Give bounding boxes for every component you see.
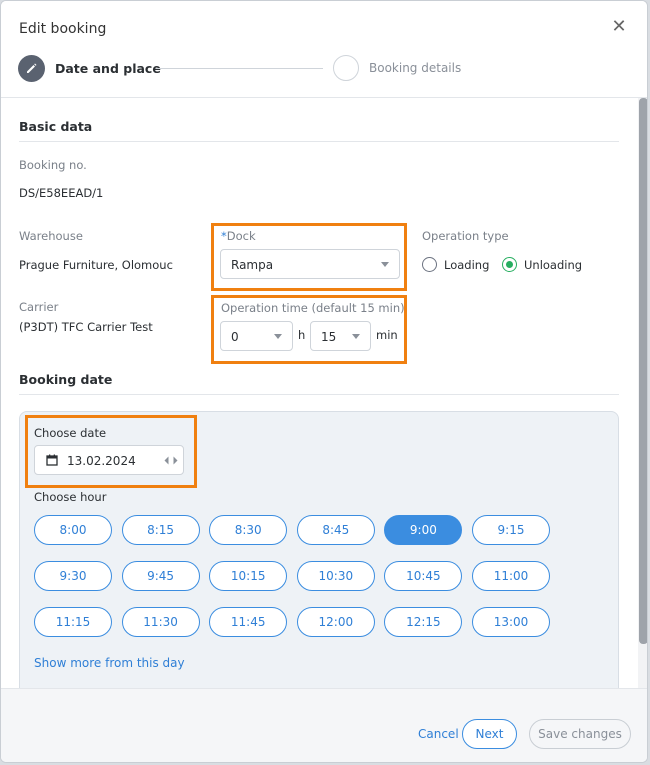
close-icon[interactable]: ✕ — [609, 17, 629, 37]
radio-loading-label[interactable]: Loading — [444, 258, 489, 272]
step-connector — [156, 68, 323, 69]
step-label-booking-details: Booking details — [369, 61, 462, 75]
hour-button[interactable]: 12:15 — [384, 607, 463, 637]
show-more-link[interactable]: Show more from this day — [34, 656, 185, 670]
dialog-header: Edit booking ✕ Date and place Booking de… — [1, 1, 647, 98]
hour-button[interactable]: 11:15 — [34, 607, 112, 637]
hour-button[interactable]: 8:15 — [121, 515, 200, 545]
hour-button[interactable]: 8:00 — [34, 515, 112, 545]
next-button[interactable]: Next — [462, 719, 517, 749]
dialog-footer: Cancel Next Save changes — [1, 688, 647, 762]
chevron-down-icon — [352, 334, 360, 339]
pencil-icon — [27, 63, 37, 73]
step-date-and-place[interactable] — [18, 55, 45, 82]
hour-button[interactable]: 11:30 — [121, 607, 200, 637]
hours-select-value: 0 — [231, 330, 239, 344]
dock-select[interactable]: Rampa — [220, 249, 400, 279]
hour-button[interactable]: 8:45 — [296, 515, 375, 545]
save-changes-button[interactable]: Save changes — [529, 719, 631, 749]
minutes-unit: min — [376, 328, 398, 342]
dock-label: *Dock — [221, 229, 256, 243]
cancel-button[interactable]: Cancel — [418, 727, 459, 741]
dock-select-value: Rampa — [231, 258, 274, 272]
minutes-select[interactable]: 15 — [310, 321, 371, 351]
section-title-basic-data: Basic data — [19, 119, 93, 134]
hour-button[interactable]: 10:30 — [296, 561, 375, 591]
hours-select[interactable]: 0 — [220, 321, 293, 351]
hour-button[interactable]: 10:45 — [384, 561, 463, 591]
choose-hour-label: Choose hour — [34, 490, 107, 504]
warehouse-value: Prague Furniture, Olomouc — [19, 258, 173, 272]
divider — [19, 141, 619, 142]
date-input[interactable]: 13.02.2024 — [34, 445, 184, 475]
hour-button[interactable]: 9:45 — [121, 561, 200, 591]
date-input-value: 13.02.2024 — [67, 454, 136, 468]
step-booking-details[interactable] — [333, 55, 359, 81]
section-title-booking-date: Booking date — [19, 372, 113, 387]
hour-button[interactable]: 9:15 — [472, 515, 550, 545]
minutes-select-value: 15 — [321, 330, 337, 344]
carrier-value: (P3DT) TFC Carrier Test — [19, 320, 153, 334]
dialog-body: Basic data Booking no. DS/E58EEAD/1 Ware… — [1, 98, 637, 688]
next-day-icon[interactable] — [173, 456, 178, 465]
dialog-title: Edit booking — [19, 21, 107, 37]
step-label-date-and-place: Date and place — [55, 61, 161, 76]
radio-loading[interactable] — [422, 257, 437, 272]
hour-button[interactable]: 9:30 — [34, 561, 112, 591]
hour-button[interactable]: 11:45 — [209, 607, 288, 637]
prev-day-icon[interactable] — [164, 456, 169, 465]
hour-button[interactable]: 9:00 — [384, 515, 463, 545]
chevron-down-icon — [274, 334, 282, 339]
hour-button[interactable]: 13:00 — [472, 607, 550, 637]
chevron-down-icon — [381, 262, 389, 267]
choose-date-label: Choose date — [34, 426, 107, 440]
hour-button[interactable]: 12:00 — [296, 607, 375, 637]
booking-no-value: DS/E58EEAD/1 — [19, 186, 104, 200]
radio-unloading[interactable] — [502, 257, 517, 272]
dock-label-text: Dock — [226, 229, 256, 243]
hours-unit: h — [298, 328, 306, 342]
edit-booking-dialog: Edit booking ✕ Date and place Booking de… — [0, 0, 648, 763]
warehouse-label: Warehouse — [19, 229, 83, 243]
radio-unloading-label[interactable]: Unloading — [524, 258, 582, 272]
scrollbar-thumb[interactable] — [639, 98, 647, 644]
divider — [19, 394, 619, 395]
hour-button[interactable]: 11:00 — [472, 561, 550, 591]
hour-button[interactable]: 8:30 — [209, 515, 288, 545]
operation-time-label: Operation time (default 15 min) — [221, 301, 405, 315]
hour-button[interactable]: 10:15 — [209, 561, 288, 591]
booking-no-label: Booking no. — [19, 158, 87, 172]
carrier-label: Carrier — [19, 300, 59, 314]
calendar-icon — [46, 454, 58, 466]
operation-type-label: Operation type — [422, 229, 509, 243]
